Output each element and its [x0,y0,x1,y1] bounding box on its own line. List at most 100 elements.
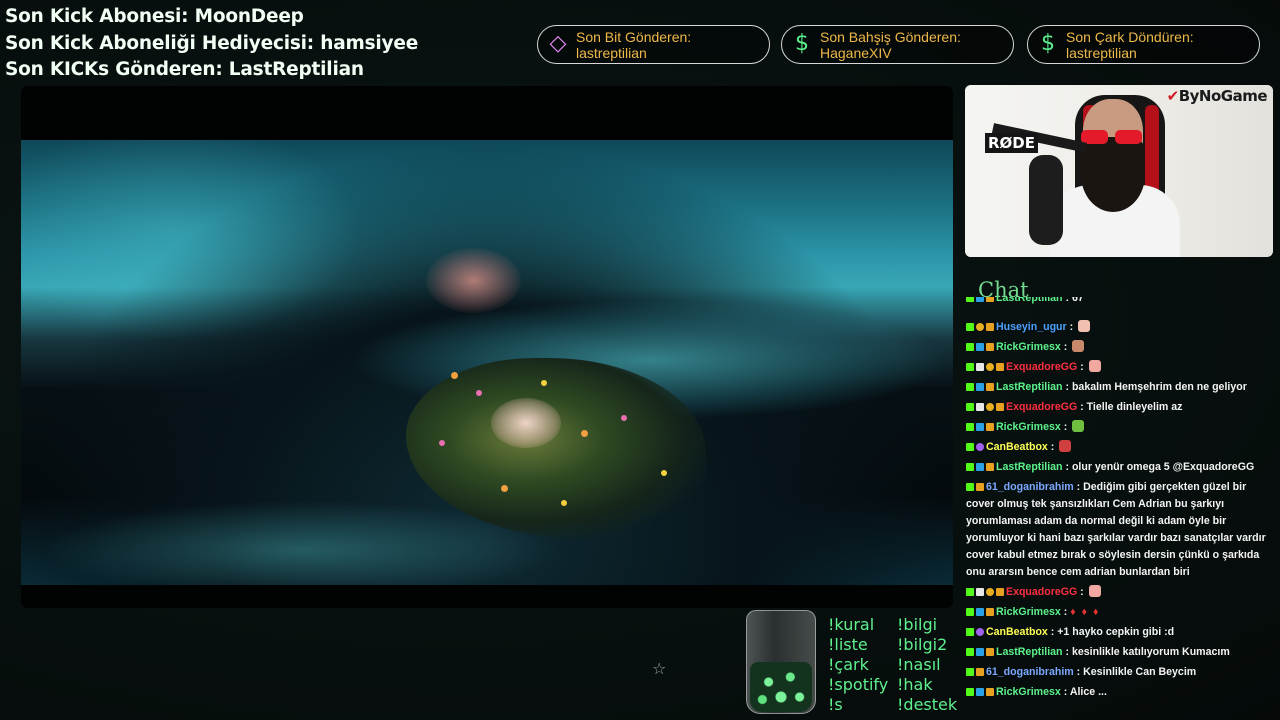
user-badge-icon [996,403,1004,411]
chat-text: kesinlikle katılıyorum Kumacım [1071,646,1230,658]
user-badge-icon [976,323,984,331]
chat-username[interactable]: ExquadoreGG [1006,401,1077,413]
user-badge-icon [976,463,984,471]
chat-message: LastReptilian : kesinlikle katılıyorum K… [966,644,1266,661]
brand-logo-icon: ✔ [1166,87,1180,105]
chat-username[interactable]: RickGrimesx [996,421,1061,433]
pill-label: Son Bit Gönderen: [576,29,692,45]
emote-icon [1072,340,1085,352]
flower-petal [561,500,567,506]
flower-petal [476,390,482,396]
chat-username[interactable]: LastReptilian [996,461,1063,473]
chat-username[interactable]: RickGrimesx [996,606,1061,618]
user-badge-icon [966,588,974,596]
chat-text: Dediğim gibi gerçekten güzel bir cover o… [966,481,1266,578]
chat-text: bakalım Hemşehrim den ne geliyor [1071,381,1247,393]
command-item: !çark [828,655,869,674]
last-kicks-sender: Son KICKs Gönderen: LastReptilian [5,59,364,80]
figure-in-flowers [491,398,561,448]
chat-text: +1 hayko cepkin gibi :d [1057,626,1175,638]
chat-panel: LastReptilian : 67 Huseyin_ugur : RickGri… [966,297,1276,707]
video-player[interactable] [21,86,953,608]
chat-username[interactable]: 61_doganibrahim [986,666,1074,678]
chat-message: 61_doganibrahim : Kesinlikle Can Beycim [966,664,1266,681]
webcam-feed: RØDE ✔ByNoGame [965,85,1273,257]
chat-message: ExquadoreGG : Tielle dinleyelim az [966,399,1266,416]
flower-petal [621,415,627,421]
user-badge-icon [986,323,994,331]
chat-message: RickGrimesx : ♦♦♦ [966,604,1266,621]
user-badge-icon [966,403,974,411]
stream-info: Son Kick Abonesi: MoonDeep Son Kick Abon… [5,4,418,84]
user-badge-icon [986,648,994,656]
chat-text: Alice ... [1069,686,1107,698]
user-badge-icon [976,628,984,636]
chat-text: Tielle dinleyelim az [1086,401,1183,413]
brand-logo: ✔ByNoGame [1166,87,1268,105]
chat-username[interactable]: RickGrimesx [996,686,1061,698]
chat-message: CanBeatbox : +1 hayko cepkin gibi :d [966,624,1266,641]
user-badge-icon [976,648,984,656]
user-badge-icon [986,383,994,391]
command-item: !nasıl [897,655,941,674]
last-tip-sender-pill: $ Son Bahşiş Gönderen: HaganeXIV [781,25,1014,64]
red-glasses [1081,130,1145,144]
chat-username[interactable]: LastReptilian [996,381,1063,393]
command-item: !destek [897,695,958,714]
emote-icon [1078,320,1091,332]
user-badge-icon [966,483,974,491]
chat-message: RickGrimesx : [966,339,1266,356]
chat-message: RickGrimesx : Alice ... [966,684,1266,701]
pill-value: lastreptilian [1066,45,1137,61]
chat-username[interactable]: CanBeatbox [986,441,1048,453]
user-badge-icon [966,323,974,331]
user-badge-icon [986,423,994,431]
video-light [21,140,361,340]
dollar-icon: $ [1041,31,1055,56]
chat-message: RickGrimesx : [966,419,1266,436]
mic-brand-label: RØDE [985,133,1038,153]
user-badge-icon [986,363,994,371]
user-badge-icon [966,608,974,616]
pill-value: HaganeXIV [820,45,892,61]
chat-username[interactable]: LastReptilian [996,646,1063,658]
video-light [426,248,521,313]
last-bit-sender-pill: ◇ Son Bit Gönderen: lastreptilian [537,25,770,64]
user-badge-icon [976,403,984,411]
video-frame[interactable] [21,140,953,585]
user-badge-icon [996,588,1004,596]
chat-message: 61_doganibrahim : Dediğim gibi gerçekten… [966,481,1266,578]
emote-icon [1059,440,1072,452]
user-badge-icon [986,343,994,351]
flower-petal [661,470,667,476]
command-item: !hak [897,675,933,694]
user-badge-icon [966,688,974,696]
user-badge-icon [966,343,974,351]
chat-username[interactable]: LastReptilian [996,297,1063,304]
chat-username[interactable]: RickGrimesx [996,341,1061,353]
user-badge-icon [976,668,984,676]
command-item: !liste [828,635,868,654]
chat-text: olur yenür omega 5 @ExquadoreGG [1071,461,1255,473]
heart-emote-icon: ♦♦♦ [1070,606,1105,618]
chat-username[interactable]: ExquadoreGG [1006,361,1077,373]
user-badge-icon [966,443,974,451]
flower-petal [439,440,445,446]
commands-list-2: !bilgi !bilgi2 !nasıl !hak !destek [897,615,957,715]
chat-message: LastReptilian : olur yenür omega 5 @Exqu… [966,459,1266,476]
command-item: !s [828,695,843,714]
chat-text: 67 [1071,297,1084,304]
flower-petal [501,485,508,492]
chat-username[interactable]: 61_doganibrahim [986,481,1074,493]
chat-username[interactable]: ExquadoreGG [1006,586,1077,598]
chat-username[interactable]: Huseyin_ugur [996,321,1067,333]
user-badge-icon [986,588,994,596]
user-badge-icon [966,463,974,471]
user-badge-icon [976,383,984,391]
microphone [1029,155,1063,245]
chat-username[interactable]: CanBeatbox [986,626,1048,638]
emote-icon [1072,420,1085,432]
command-item: !bilgi2 [897,635,948,654]
user-badge-icon [976,443,984,451]
last-wheel-spinner-pill: $ Son Çark Döndüren: lastreptilian [1027,25,1260,64]
